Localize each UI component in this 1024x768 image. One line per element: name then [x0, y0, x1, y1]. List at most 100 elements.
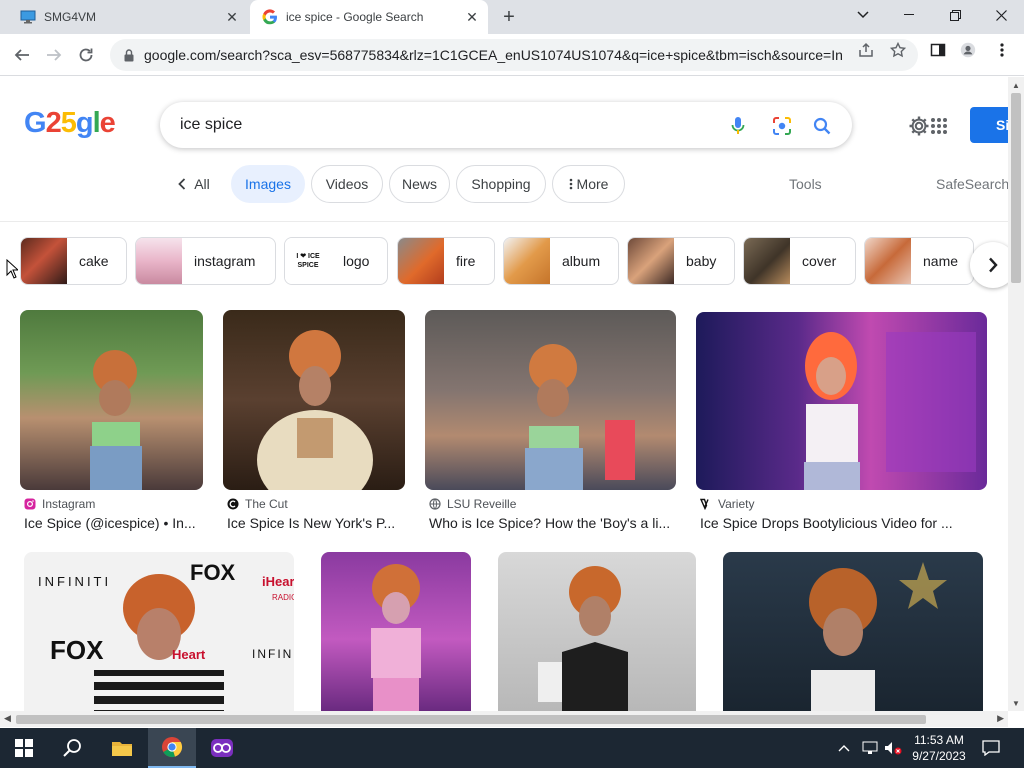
- related-chip-name[interactable]: name: [864, 237, 974, 285]
- result-image[interactable]: [321, 552, 471, 711]
- reload-icon[interactable]: [74, 43, 98, 67]
- result-title[interactable]: Ice Spice Drops Bootylicious Video for .…: [700, 515, 988, 531]
- related-chip-cover[interactable]: cover: [743, 237, 856, 285]
- back-arrow-icon[interactable]: [10, 43, 34, 67]
- filter-images[interactable]: Images: [231, 165, 305, 203]
- image-result[interactable]: [723, 552, 983, 711]
- network-icon[interactable]: [862, 728, 878, 768]
- search-box[interactable]: ice spice: [160, 102, 852, 148]
- tools-button[interactable]: Tools: [789, 176, 822, 192]
- related-chip-baby[interactable]: baby: [627, 237, 735, 285]
- forward-arrow-icon[interactable]: [42, 43, 66, 67]
- sponsor-infin-text: INFIN: [252, 647, 293, 661]
- tab-title: ice spice - Google Search: [286, 10, 424, 24]
- image-result[interactable]: [321, 552, 471, 711]
- volume-muted-icon[interactable]: [884, 728, 902, 768]
- thumbnail: [865, 238, 911, 284]
- windows-start-icon[interactable]: [0, 728, 48, 768]
- related-chip-cake[interactable]: cake: [20, 237, 127, 285]
- scroll-right-arrow-icon[interactable]: ▶: [997, 713, 1004, 724]
- scroll-down-arrow-icon[interactable]: ▼: [1012, 699, 1020, 708]
- result-title[interactable]: Ice Spice Is New York's P...: [227, 515, 407, 531]
- result-image[interactable]: [20, 310, 203, 490]
- image-result[interactable]: INFINITI FOX iHeart RADIO Heart INFIN FO…: [24, 552, 294, 711]
- result-image[interactable]: [425, 310, 676, 490]
- filter-label: Shopping: [471, 176, 531, 192]
- settings-gear-icon[interactable]: [908, 115, 930, 137]
- result-image[interactable]: [696, 312, 987, 490]
- horizontal-scroll-thumb[interactable]: [16, 715, 926, 724]
- search-query[interactable]: ice spice: [180, 116, 242, 134]
- kebab-menu-icon[interactable]: [994, 42, 1010, 58]
- notifications-icon[interactable]: [982, 728, 1000, 768]
- minimize-icon[interactable]: [886, 0, 932, 30]
- filter-videos[interactable]: Videos: [311, 165, 383, 203]
- profile-avatar-icon[interactable]: [960, 42, 976, 58]
- address-bar[interactable]: google.com/search?sca_esv=568775834&rlz=…: [110, 39, 918, 71]
- file-explorer-icon[interactable]: [98, 728, 146, 768]
- related-chip-album[interactable]: album: [503, 237, 619, 285]
- close-tab-icon[interactable]: ✕: [224, 9, 240, 25]
- vertical-scroll-thumb[interactable]: [1011, 93, 1021, 283]
- tab-smg4vm[interactable]: SMG4VM ✕: [8, 0, 248, 34]
- related-label: album: [562, 253, 601, 269]
- filter-all[interactable]: All: [166, 165, 222, 203]
- result-image[interactable]: [223, 310, 405, 490]
- scroll-left-arrow-icon[interactable]: ◀: [4, 713, 11, 724]
- image-result[interactable]: Variety Ice Spice Drops Bootylicious Vid…: [696, 310, 987, 535]
- logo-thumbnail-text: I ❤ ICE SPICE: [296, 253, 320, 269]
- url-text: google.com/search?sca_esv=568775834&rlz=…: [144, 47, 844, 63]
- image-result[interactable]: [498, 552, 696, 711]
- side-panel-icon[interactable]: [930, 42, 946, 58]
- vertical-scrollbar[interactable]: ▲ ▼: [1008, 77, 1024, 711]
- chrome-taskbar-icon[interactable]: [148, 728, 196, 768]
- result-image[interactable]: [498, 552, 696, 711]
- logo-letter: e: [99, 107, 116, 139]
- google-logo[interactable]: G25gle: [24, 107, 116, 140]
- related-chip-fire[interactable]: fire: [397, 237, 495, 285]
- search-icon[interactable]: [811, 115, 833, 137]
- mouse-cursor-icon: [6, 258, 20, 284]
- image-result[interactable]: LSU Reveille Who is Ice Spice? How the '…: [425, 310, 676, 535]
- result-image[interactable]: [723, 552, 983, 711]
- app-glasses-icon[interactable]: [198, 728, 246, 768]
- filter-more[interactable]: More: [552, 165, 625, 203]
- taskbar-search-icon[interactable]: [48, 728, 96, 768]
- scroll-up-arrow-icon[interactable]: ▲: [1012, 81, 1020, 90]
- restore-icon[interactable]: [932, 0, 978, 30]
- close-tab-icon[interactable]: ✕: [464, 9, 480, 25]
- source-name: LSU Reveille: [447, 497, 517, 511]
- filter-shopping[interactable]: Shopping: [456, 165, 546, 203]
- result-source[interactable]: Instagram: [24, 497, 95, 511]
- lens-camera-icon[interactable]: [771, 115, 793, 137]
- result-image[interactable]: INFINITI FOX iHeart RADIO Heart INFIN FO…: [24, 552, 294, 711]
- filter-news[interactable]: News: [389, 165, 450, 203]
- result-title[interactable]: Who is Ice Spice? How the 'Boy's a li...: [429, 515, 677, 531]
- related-label: instagram: [194, 253, 256, 269]
- tab-search-chevron-icon[interactable]: [840, 0, 886, 30]
- chevron-left-icon: [178, 178, 186, 190]
- result-source[interactable]: LSU Reveille: [429, 497, 516, 511]
- browser-tab-strip: SMG4VM ✕ ice spice - Google Search ✕ +: [0, 0, 1024, 34]
- bookmark-star-icon[interactable]: [890, 42, 906, 58]
- result-title[interactable]: Ice Spice (@icespice) • In...: [24, 515, 204, 531]
- share-icon[interactable]: [858, 42, 874, 58]
- image-result[interactable]: Instagram Ice Spice (@icespice) • In...: [20, 310, 203, 535]
- filter-label: All: [194, 176, 210, 192]
- horizontal-scrollbar[interactable]: ◀ ▶: [0, 711, 1008, 727]
- result-source[interactable]: The Cut: [227, 497, 288, 511]
- microphone-icon[interactable]: [727, 115, 749, 137]
- lock-icon[interactable]: [122, 48, 136, 62]
- result-source[interactable]: Variety: [700, 497, 754, 511]
- new-tab-plus-icon[interactable]: +: [498, 6, 520, 28]
- filter-label: Videos: [325, 176, 369, 192]
- close-window-icon[interactable]: [978, 0, 1024, 30]
- tab-google-search[interactable]: ice spice - Google Search ✕: [250, 0, 488, 34]
- system-clock[interactable]: 11:53 AM 9/27/2023: [906, 732, 972, 764]
- related-chip-logo[interactable]: I ❤ ICE SPICE logo: [284, 237, 388, 285]
- related-chip-instagram[interactable]: instagram: [135, 237, 276, 285]
- image-result[interactable]: The Cut Ice Spice Is New York's P...: [223, 310, 405, 535]
- safesearch-button[interactable]: SafeSearch: [936, 176, 1009, 192]
- apps-grid-icon[interactable]: [928, 115, 950, 137]
- show-hidden-icons-chevron-icon[interactable]: [838, 728, 850, 768]
